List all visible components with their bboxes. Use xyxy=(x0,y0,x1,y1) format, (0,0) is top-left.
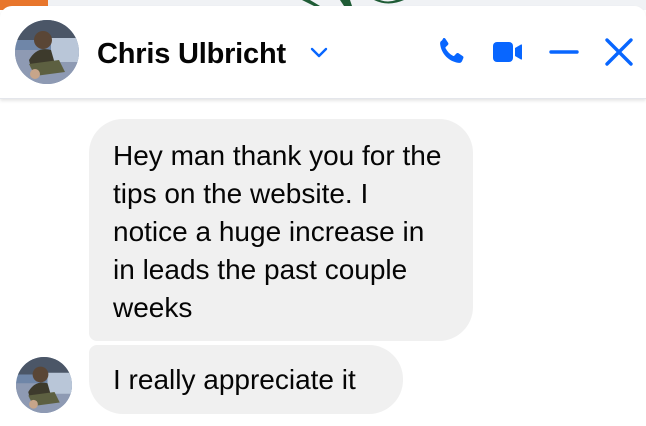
minimize-icon xyxy=(549,50,579,54)
message-bubble[interactable]: I really appreciate it xyxy=(89,345,403,414)
message-list: Hey man thank you for the tips on the we… xyxy=(0,99,646,426)
close-button[interactable] xyxy=(601,34,637,70)
contact-avatar[interactable] xyxy=(15,20,79,84)
contact-name[interactable]: Chris Ulbricht xyxy=(97,38,286,71)
video-camera-icon xyxy=(493,42,522,62)
chevron-down-icon[interactable] xyxy=(309,46,329,60)
contact-avatar-image xyxy=(15,20,79,84)
minimize-button[interactable] xyxy=(546,34,582,70)
video-call-button[interactable] xyxy=(489,34,525,70)
close-icon xyxy=(605,38,633,66)
sender-avatar-image xyxy=(16,357,72,413)
audio-call-button[interactable] xyxy=(433,34,469,70)
phone-icon xyxy=(440,38,464,63)
message-bubble[interactable]: Hey man thank you for the tips on the we… xyxy=(89,119,473,341)
chat-header: Chris Ulbricht xyxy=(0,6,646,99)
sender-avatar[interactable] xyxy=(16,357,72,413)
